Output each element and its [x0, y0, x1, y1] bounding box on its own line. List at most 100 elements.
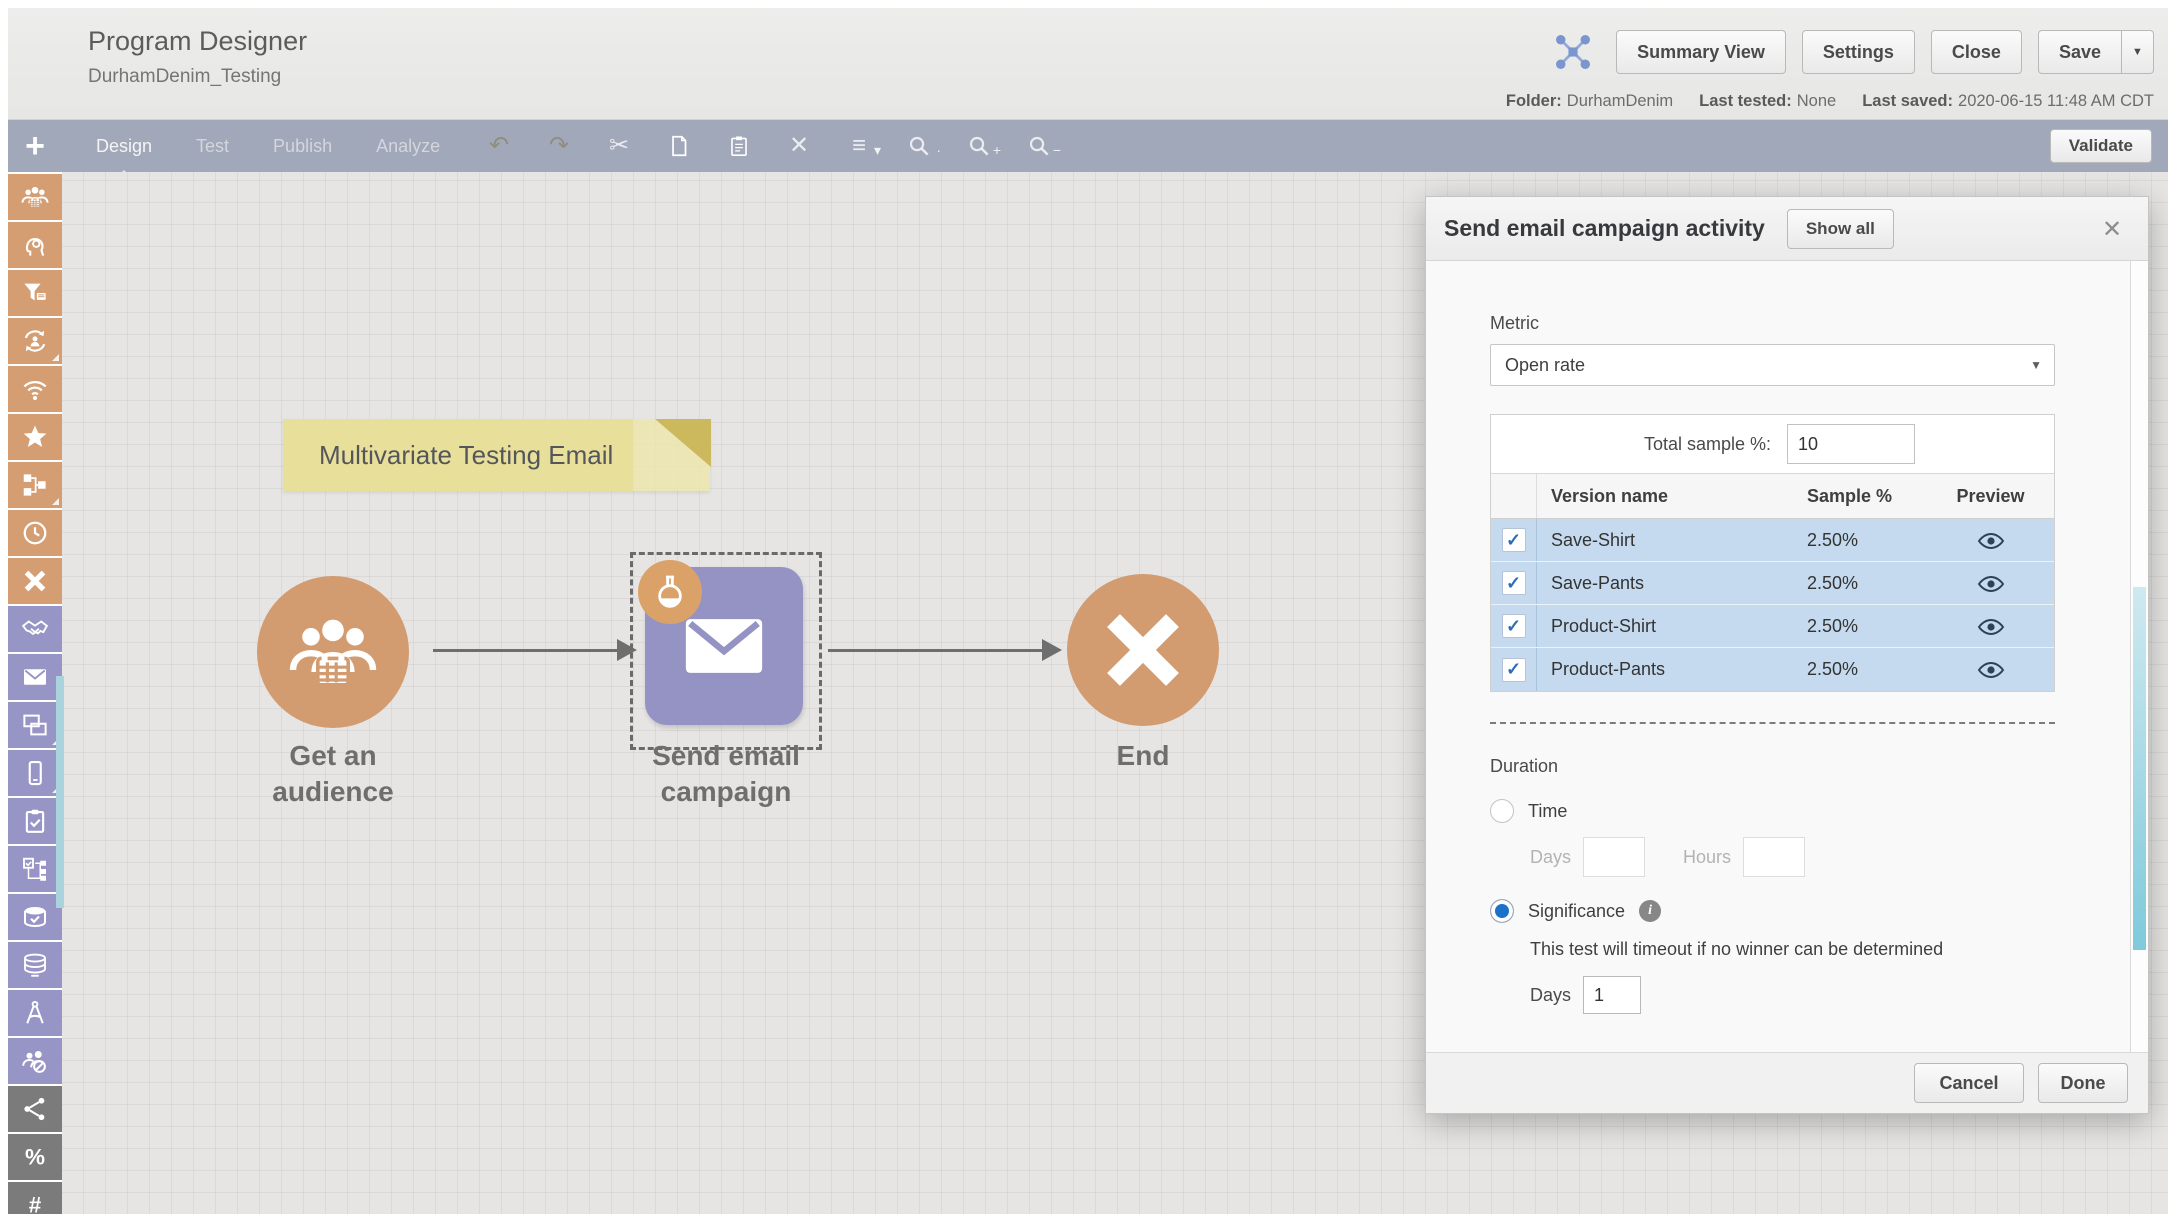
- settings-button[interactable]: Settings: [1802, 30, 1915, 74]
- eye-icon[interactable]: [1977, 572, 2005, 592]
- plus-icon: +: [25, 127, 45, 166]
- compass-icon[interactable]: [8, 990, 62, 1036]
- last-tested-label: Last tested:: [1699, 92, 1792, 110]
- sample-value: 2.50%: [1807, 616, 1927, 637]
- folder-meta: Folder:DurhamDenim: [1506, 92, 1673, 111]
- eye-icon[interactable]: [1977, 615, 2005, 635]
- campaign-windows-icon[interactable]: [8, 702, 62, 748]
- time-radio[interactable]: [1490, 799, 1514, 823]
- time-option-row: Time: [1490, 799, 2130, 823]
- sig-days-input[interactable]: [1583, 976, 1641, 1014]
- mobile-icon[interactable]: [8, 750, 62, 796]
- decision-tree-icon[interactable]: [8, 846, 62, 892]
- significance-radio[interactable]: [1490, 899, 1514, 923]
- wait-clock-icon[interactable]: [8, 510, 62, 556]
- tab-publish[interactable]: Publish: [273, 136, 332, 157]
- dialog-title: Send email campaign activity: [1444, 215, 1765, 242]
- checkbox-cell: ✓: [1491, 562, 1537, 604]
- cancel-button[interactable]: Cancel: [1914, 1063, 2024, 1103]
- add-step-button[interactable]: +: [8, 120, 62, 172]
- row-checkbox[interactable]: ✓: [1502, 614, 1526, 638]
- zoom-out-icon[interactable]: −: [1026, 133, 1052, 159]
- data-sync-icon[interactable]: [8, 942, 62, 988]
- star-icon[interactable]: [8, 414, 62, 460]
- redo-icon[interactable]: ↷: [546, 133, 572, 159]
- node-label-send-email: Send email campaign: [626, 738, 826, 810]
- folder-value: DurhamDenim: [1567, 92, 1673, 110]
- row-checkbox[interactable]: ✓: [1502, 571, 1526, 595]
- page-title: Program Designer: [88, 26, 307, 57]
- dialog-footer: Cancel Done: [1426, 1052, 2148, 1113]
- days-label: Days: [1530, 847, 1571, 868]
- last-tested-meta: Last tested: None: [1699, 92, 1836, 111]
- x-icon: [1091, 598, 1195, 702]
- preview-cell: [1927, 615, 2054, 636]
- preview-cell: [1927, 659, 2054, 680]
- undo-icon[interactable]: ↶: [486, 133, 512, 159]
- handshake-icon[interactable]: [8, 606, 62, 652]
- data-check-icon[interactable]: [8, 894, 62, 940]
- close-button[interactable]: Close: [1931, 30, 2022, 74]
- tab-test[interactable]: Test: [196, 136, 229, 157]
- zoom-in-icon[interactable]: +: [966, 133, 992, 159]
- scrollbar-thumb[interactable]: [2133, 587, 2146, 950]
- table-row[interactable]: ✓ Save-Shirt 2.50%: [1491, 519, 2054, 562]
- task-clipboard-icon[interactable]: [8, 798, 62, 844]
- row-checkbox[interactable]: ✓: [1502, 658, 1526, 682]
- table-row[interactable]: ✓ Save-Pants 2.50%: [1491, 562, 2054, 605]
- eye-icon[interactable]: [1977, 529, 2005, 549]
- hash-icon[interactable]: [8, 1182, 62, 1214]
- program-name: DurhamDenim_Testing: [88, 66, 281, 88]
- re-entry-icon[interactable]: [8, 318, 62, 364]
- sticky-note[interactable]: Multivariate Testing Email: [283, 419, 710, 491]
- summary-view-button[interactable]: Summary View: [1616, 30, 1786, 74]
- node-end[interactable]: [1067, 574, 1219, 726]
- validate-button[interactable]: Validate: [2050, 129, 2152, 163]
- time-inputs-row: Days Hours: [1530, 837, 2130, 877]
- info-icon[interactable]: i: [1639, 900, 1661, 922]
- row-checkbox[interactable]: ✓: [1502, 528, 1526, 552]
- close-icon[interactable]: ✕: [2096, 213, 2128, 245]
- save-dropdown-button[interactable]: ▼: [2122, 30, 2154, 74]
- end-step-icon[interactable]: [8, 558, 62, 604]
- metric-select[interactable]: Open rate ▼: [1490, 344, 2055, 386]
- audience-suppress-icon[interactable]: [8, 1038, 62, 1084]
- signal-icon[interactable]: [8, 366, 62, 412]
- tab-design[interactable]: Design: [96, 136, 152, 157]
- align-icon[interactable]: ≡▾: [846, 133, 872, 159]
- audience-icon[interactable]: [8, 174, 62, 220]
- cut-icon[interactable]: ✂: [606, 133, 632, 159]
- tab-analyze[interactable]: Analyze: [376, 136, 440, 157]
- align-caret-icon: ▾: [874, 137, 881, 163]
- filter-member-icon[interactable]: [8, 270, 62, 316]
- dialog-scrollbar[interactable]: [2130, 261, 2148, 1052]
- save-button[interactable]: Save: [2038, 30, 2122, 74]
- table-row[interactable]: ✓ Product-Shirt 2.50%: [1491, 605, 2054, 648]
- show-all-button[interactable]: Show all: [1787, 209, 1894, 249]
- program-designer-app: Program Designer DurhamDenim_Testing Sum…: [0, 0, 2168, 1214]
- table-row[interactable]: ✓ Product-Pants 2.50%: [1491, 648, 2054, 691]
- section-divider: [1490, 722, 2055, 724]
- paste-icon[interactable]: [726, 133, 752, 159]
- program-flow-icon[interactable]: [8, 462, 62, 508]
- time-hours-input[interactable]: [1743, 837, 1805, 877]
- delete-icon[interactable]: ✕: [786, 133, 812, 159]
- node-get-audience[interactable]: [257, 576, 409, 728]
- share-icon[interactable]: [8, 1086, 62, 1132]
- table-header: Version name Sample % Preview: [1491, 473, 2054, 519]
- total-sample-label: Total sample %:: [1491, 434, 1771, 455]
- zoom-icon[interactable]: ·: [906, 133, 932, 159]
- percent-icon[interactable]: [8, 1134, 62, 1180]
- time-days-input[interactable]: [1583, 837, 1645, 877]
- eye-icon[interactable]: [1977, 659, 2005, 679]
- align-bars-icon: ≡: [852, 132, 866, 159]
- done-button[interactable]: Done: [2038, 1063, 2128, 1103]
- palette-scroll-indicator[interactable]: [56, 676, 64, 908]
- multivariate-test-badge: [638, 560, 702, 624]
- copy-icon[interactable]: [666, 133, 692, 159]
- last-tested-value: None: [1797, 92, 1836, 110]
- total-sample-input[interactable]: [1787, 424, 1915, 464]
- email-icon[interactable]: [8, 654, 62, 700]
- segment-member-icon[interactable]: [8, 222, 62, 268]
- last-saved-value: 2020-06-15 11:48 AM CDT: [1958, 92, 2154, 110]
